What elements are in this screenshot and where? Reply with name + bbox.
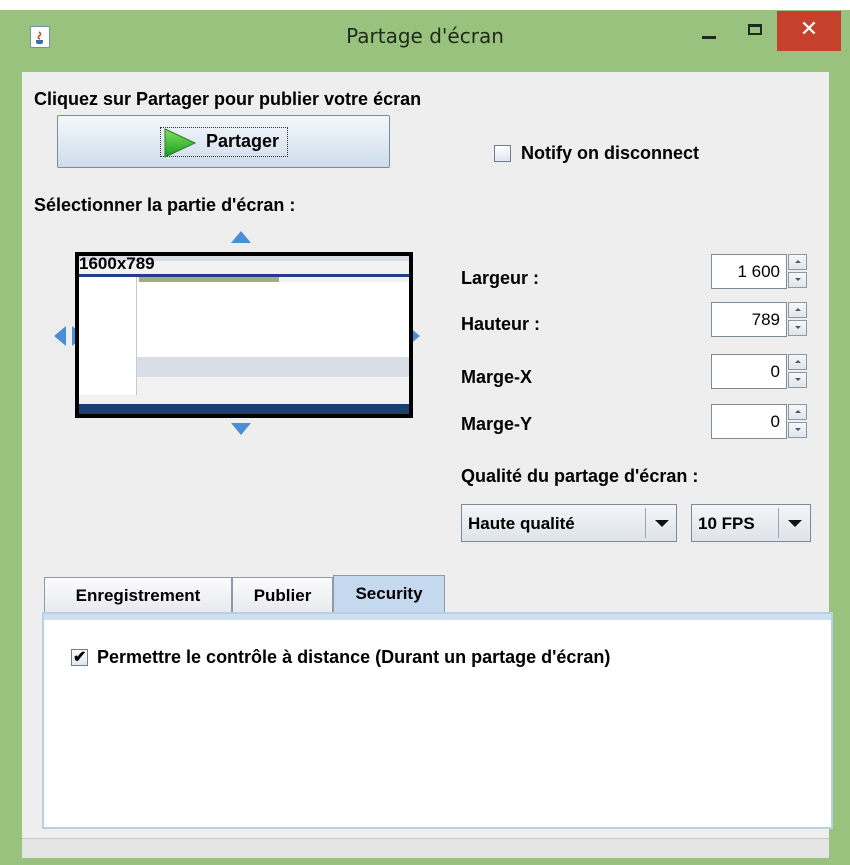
chevron-down-icon[interactable] (645, 508, 676, 538)
security-panel: ✔ Permettre le contrôle à distance (Dura… (42, 612, 833, 829)
remote-control-label[interactable]: Permettre le contrôle à distance (Durant… (97, 647, 610, 668)
margin-y-label: Marge-Y (461, 414, 533, 434)
share-button[interactable]: Partager (57, 115, 390, 168)
maximize-icon (748, 24, 762, 35)
margin-y-decrement-button[interactable] (788, 422, 807, 438)
fps-selected-value: 10 FPS (698, 514, 755, 533)
panel-top-border (44, 614, 831, 620)
margin-x-label: Marge-X (461, 367, 533, 387)
width-decrement-button[interactable] (788, 272, 807, 288)
title-bar[interactable]: Partage d'écran ✕ (0, 10, 850, 62)
status-bar (22, 838, 829, 858)
remote-control-checkbox[interactable]: ✔ (71, 649, 88, 666)
thumb-panel (137, 357, 409, 377)
dialog-content: Cliquez sur Partager pour publier votre … (22, 72, 833, 858)
screen-thumbnail: 1600x789 (79, 256, 409, 414)
width-label: Largeur : (461, 268, 540, 288)
width-input[interactable]: 1 600 (711, 254, 787, 289)
tab-label: Enregistrement (75, 586, 201, 605)
margin-y-spinner: 0 (711, 404, 809, 439)
quality-select[interactable]: Haute qualité (461, 504, 677, 542)
tab-security[interactable]: Security (333, 575, 445, 613)
notify-checkbox[interactable] (494, 145, 511, 162)
left-edge-left-icon[interactable] (53, 325, 67, 347)
height-decrement-button[interactable] (788, 320, 807, 336)
quality-label: Qualité du partage d'écran : (461, 466, 699, 486)
notify-label[interactable]: Notify on disconnect (521, 143, 699, 164)
margin-x-input[interactable]: 0 (711, 354, 787, 389)
height-label: Hauteur : (461, 314, 541, 334)
window: Partage d'écran ✕ Cliquez sur Partager p… (0, 10, 850, 865)
thumb-main-area (137, 282, 409, 357)
tab-enregistrement[interactable]: Enregistrement (44, 577, 232, 613)
top-edge-up-icon[interactable] (230, 230, 252, 244)
margin-x-increment-button[interactable] (788, 354, 807, 370)
play-icon (164, 128, 197, 158)
height-spinner: 789 (711, 302, 809, 337)
tab-label: Publier (253, 586, 312, 605)
share-button-focus: Partager (160, 127, 288, 158)
height-increment-button[interactable] (788, 302, 807, 318)
width-increment-button[interactable] (788, 254, 807, 270)
height-input[interactable]: 789 (711, 302, 787, 337)
thumb-sidebar (79, 277, 137, 395)
minimize-button[interactable] (690, 14, 730, 50)
width-spinner: 1 600 (711, 254, 809, 289)
share-button-label: Partager (206, 131, 280, 151)
check-icon: ✔ (73, 649, 87, 666)
close-icon: ✕ (799, 17, 819, 42)
margin-y-input[interactable]: 0 (711, 404, 787, 439)
tab-label: Security (355, 584, 423, 603)
margin-y-increment-button[interactable] (788, 404, 807, 420)
area-label: Sélectionner la partie d'écran : (34, 195, 296, 215)
fps-select[interactable]: 10 FPS (691, 504, 811, 542)
maximize-button[interactable] (735, 14, 775, 50)
close-button[interactable]: ✕ (777, 11, 841, 51)
chevron-down-icon[interactable] (778, 508, 809, 538)
minimize-icon (702, 36, 716, 39)
share-instruction: Cliquez sur Partager pour publier votre … (34, 89, 422, 109)
margin-x-decrement-button[interactable] (788, 372, 807, 388)
preview-resolution: 1600x789 (79, 256, 155, 273)
thumb-taskbar (79, 404, 409, 414)
screen-preview[interactable]: 1600x789 (75, 252, 413, 418)
quality-selected-value: Haute qualité (468, 514, 575, 533)
margin-x-spinner: 0 (711, 354, 809, 389)
tab-publier[interactable]: Publier (232, 577, 333, 613)
bottom-edge-down-icon[interactable] (230, 422, 252, 436)
